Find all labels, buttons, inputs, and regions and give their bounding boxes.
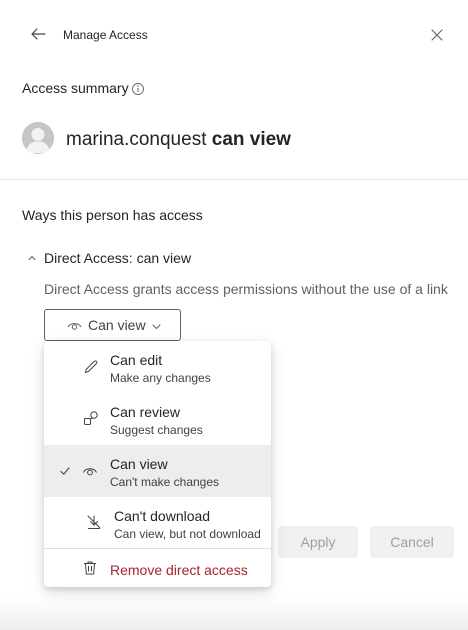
chevron-down-icon: [152, 324, 161, 329]
menu-item-can-edit[interactable]: Can edit Make any changes: [44, 341, 271, 393]
divider: [0, 179, 468, 180]
permission-dropdown-label: Can view: [88, 317, 146, 333]
manage-access-panel: Manage Access Access summary marina.conq…: [0, 0, 468, 630]
menu-item-title: Can't download: [114, 508, 211, 524]
menu-item-subtitle: Can view, but not download: [114, 527, 261, 541]
user-access-summary: marina.conquest can view: [66, 129, 291, 151]
menu-item-cant-download[interactable]: Can't download Can view, but not downloa…: [44, 497, 271, 548]
direct-access-description: Direct Access grants access permissions …: [44, 281, 448, 297]
user-permission: can view: [211, 129, 291, 150]
back-button[interactable]: [28, 24, 48, 44]
checkmark-icon: [60, 467, 70, 475]
cancel-button[interactable]: Cancel: [370, 526, 454, 558]
chevron-up-icon[interactable]: [26, 251, 38, 263]
ways-heading: Ways this person has access: [22, 207, 203, 223]
close-button[interactable]: [428, 26, 446, 44]
close-icon: [431, 29, 443, 41]
no-download-icon: [87, 515, 101, 529]
menu-item-title: Can edit: [110, 352, 163, 368]
trash-icon: [84, 561, 96, 575]
remove-direct-access-label: Remove direct access: [110, 562, 248, 578]
menu-item-can-view[interactable]: Can view Can't make changes: [44, 445, 271, 497]
arrow-left-icon: [31, 28, 46, 40]
review-icon: [84, 411, 98, 425]
permission-dropdown[interactable]: Can view: [44, 309, 181, 341]
pencil-icon: [84, 360, 98, 374]
menu-item-subtitle: Make any changes: [110, 371, 211, 385]
access-summary-label: Access summary: [22, 80, 129, 96]
direct-access-title[interactable]: Direct Access: can view: [44, 250, 191, 266]
info-icon[interactable]: [131, 82, 145, 96]
eye-icon: [67, 323, 82, 330]
menu-item-subtitle: Can't make changes: [110, 475, 220, 489]
menu-item-can-review[interactable]: Can review Suggest changes: [44, 393, 271, 445]
menu-item-title: Can review: [110, 404, 181, 420]
panel-title: Manage Access: [63, 28, 148, 42]
avatar: [22, 122, 54, 154]
menu-item-subtitle: Suggest changes: [110, 423, 203, 437]
user-name: marina.conquest: [66, 129, 207, 150]
menu-item-title: Can view: [110, 456, 168, 472]
permission-menu: Can edit Make any changes Can review Sug…: [44, 341, 271, 587]
bottom-shadow: [0, 598, 468, 630]
eye-icon: [83, 468, 97, 476]
apply-button[interactable]: Apply: [278, 526, 358, 558]
